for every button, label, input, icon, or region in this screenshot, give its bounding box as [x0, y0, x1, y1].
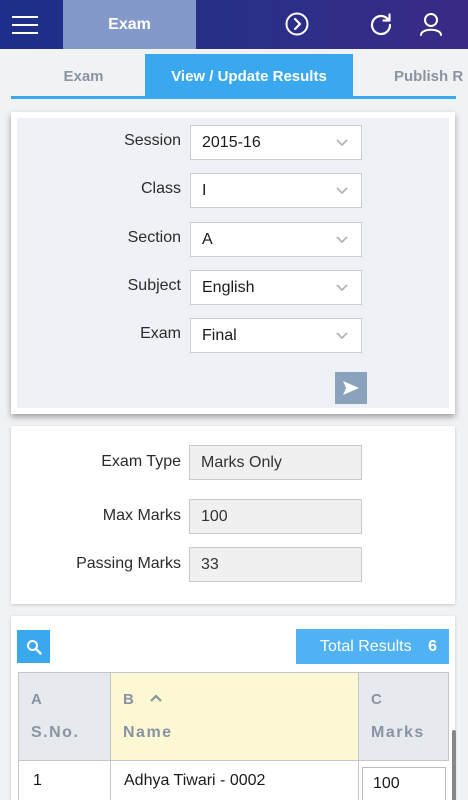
filter-card: Session 2015-16 Class I Section A Subjec… [11, 112, 455, 414]
tab-exam[interactable]: Exam [11, 54, 156, 98]
column-header-name[interactable]: B Name [111, 672, 359, 761]
max-marks-label: Max Marks [102, 507, 181, 524]
exam-label: Exam [140, 325, 181, 342]
chevron-down-icon [336, 236, 348, 244]
class-label: Class [140, 180, 181, 197]
exam-value: Final [202, 326, 237, 344]
table-row-marks: 100 [359, 761, 449, 800]
sno-value: 1 [33, 772, 42, 789]
exam-info-card: Exam Type Marks Only Max Marks 100 Passi… [11, 426, 455, 604]
column-letter: A [31, 691, 42, 708]
table-row-name: Adhya Tiwari - 0002 [111, 761, 359, 800]
submit-button[interactable] [335, 372, 367, 404]
results-grid: A S.No. B Name C Marks 1 Adhya Tiwari - … [18, 672, 456, 800]
chevron-down-icon [336, 332, 348, 340]
session-select[interactable]: 2015-16 [190, 125, 362, 160]
exam-type-field: Marks Only [189, 445, 362, 480]
total-results-button[interactable]: Total Results 6 [296, 629, 449, 664]
forward-circle-icon[interactable] [282, 9, 312, 39]
column-name: Name [123, 724, 173, 741]
chevron-down-icon [336, 284, 348, 292]
results-card: Total Results 6 A S.No. B Name C Marks 1… [11, 616, 456, 800]
exam-type-label: Exam Type [101, 453, 181, 470]
tab-underline [11, 96, 456, 99]
column-letter: B [123, 691, 134, 708]
column-letter: C [371, 691, 382, 708]
total-results-label: Total Results [320, 637, 412, 655]
passing-marks-field: 33 [189, 547, 362, 582]
app-header: Exam [0, 0, 468, 49]
session-value: 2015-16 [202, 133, 261, 151]
column-header-sno[interactable]: A S.No. [19, 672, 111, 761]
column-name: S.No. [31, 724, 80, 741]
tab-publish-results[interactable]: Publish R [353, 54, 468, 98]
passing-marks-label: Passing Marks [76, 555, 181, 572]
exam-select[interactable]: Final [190, 318, 362, 353]
total-results-count: 6 [428, 637, 437, 655]
session-label: Session [124, 132, 181, 149]
search-icon [26, 639, 42, 655]
marks-input[interactable]: 100 [362, 767, 446, 800]
tab-bar: Exam View / Update Results Publish R [0, 50, 468, 100]
table-row-sno: 1 [19, 761, 111, 800]
search-button[interactable] [17, 630, 50, 663]
class-value: I [202, 181, 207, 199]
page-title: Exam [63, 0, 196, 49]
section-value: A [202, 230, 213, 248]
column-name: Marks [371, 724, 425, 741]
chevron-down-icon [336, 139, 348, 147]
menu-icon[interactable] [0, 0, 49, 49]
send-icon [343, 381, 359, 395]
subject-label: Subject [127, 277, 181, 294]
max-marks-field: 100 [189, 499, 362, 534]
class-select[interactable]: I [190, 173, 362, 208]
user-icon[interactable] [416, 9, 446, 39]
section-select[interactable]: A [190, 222, 362, 257]
subject-select[interactable]: English [190, 270, 362, 305]
column-header-marks[interactable]: C Marks [359, 672, 449, 761]
sort-ascending-icon [150, 694, 162, 702]
student-name: Adhya Tiwari - 0002 [124, 772, 266, 789]
subject-value: English [202, 278, 255, 296]
chevron-down-icon [336, 187, 348, 195]
section-label: Section [127, 229, 181, 246]
refresh-icon[interactable] [366, 9, 396, 39]
tab-view-update-results[interactable]: View / Update Results [145, 54, 353, 98]
vertical-scrollbar[interactable] [452, 730, 456, 800]
